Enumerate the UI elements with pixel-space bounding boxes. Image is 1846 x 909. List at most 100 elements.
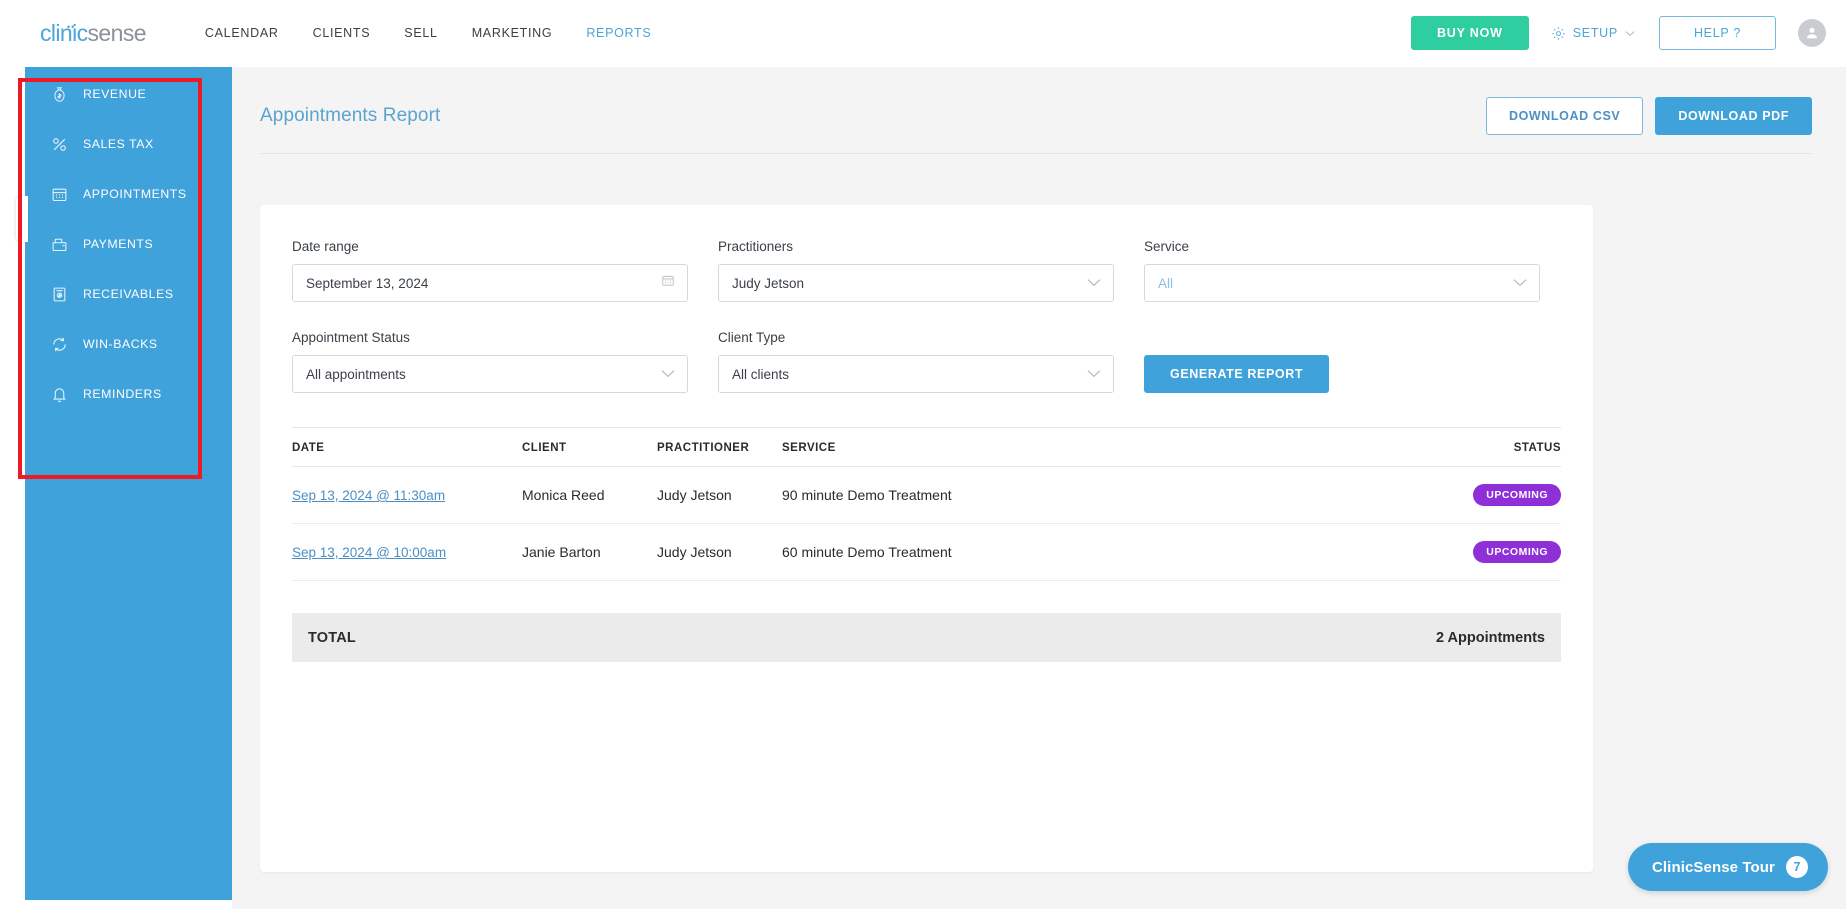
gear-icon [1551,26,1566,41]
table-header-row: DATE CLIENT PRACTITIONER SERVICE STATUS [292,428,1561,467]
nav-link-marketing[interactable]: MARKETING [455,18,570,48]
cell-service: 90 minute Demo Treatment [782,466,1296,524]
cell-practitioner: Judy Jetson [657,466,782,524]
column-header-service: SERVICE [782,428,1296,467]
sidebar-label-win-backs: WIN-BACKS [83,337,158,351]
service-select[interactable]: All [1144,264,1540,302]
refresh-icon [51,336,68,353]
appointment-date-link[interactable]: Sep 13, 2024 @ 11:30am [292,488,445,503]
nav-link-reports[interactable]: REPORTS [569,18,668,48]
filter-service: Service All [1144,239,1540,302]
receipt-icon [51,286,68,303]
clinicsense-tour-button[interactable]: ClinicSense Tour 7 [1627,843,1828,891]
total-label: TOTAL [308,629,356,646]
filter-appointment-status: Appointment Status All appointments [292,330,688,393]
sidebar-item-reminders[interactable]: REMINDERS [25,369,232,419]
sidebar-label-appointments: APPOINTMENTS [83,187,187,201]
app-root: •• clinicsense CALENDAR CLIENTS SELL MARK… [0,0,1846,909]
cell-client: Monica Reed [522,466,657,524]
money-bag-icon [51,86,68,103]
label-appointment-status: Appointment Status [292,330,410,345]
calendar-icon [51,186,68,203]
help-button[interactable]: HELP ? [1658,16,1776,50]
sidebar-item-revenue[interactable]: REVENUE [25,69,232,119]
filter-row-2: Appointment Status All appointments Clie… [292,330,1561,393]
appointments-table: DATE CLIENT PRACTITIONER SERVICE STATUS … [292,428,1561,581]
label-service: Service [1144,239,1190,254]
bell-icon [51,386,68,403]
sidebar-item-receivables[interactable]: RECEIVABLES [25,269,232,319]
client-type-value: All clients [732,366,790,382]
date-range-input[interactable]: September 13, 2024 [292,264,688,302]
sidebar-item-win-backs[interactable]: WIN-BACKS [25,319,232,369]
page-header-actions: DOWNLOAD CSV DOWNLOAD PDF [1485,97,1812,135]
chevron-down-icon [1513,274,1527,292]
header-divider [260,153,1812,154]
cell-service: 60 minute Demo Treatment [782,523,1296,581]
sidebar-item-sales-tax[interactable]: SALES TAX [25,119,232,169]
column-header-practitioner: PRACTITIONER [657,428,782,467]
cell-client: Janie Barton [522,523,657,581]
sidebar-item-appointments[interactable]: APPOINTMENTS [25,169,232,219]
logo-dots: •• [67,21,76,32]
table-row: Sep 13, 2024 @ 11:30am Monica Reed Judy … [292,466,1561,524]
chevron-down-icon [1087,274,1101,292]
sidebar-label-sales-tax: SALES TAX [83,137,154,151]
chevron-down-icon [1625,30,1635,37]
cell-date: Sep 13, 2024 @ 10:00am [292,523,522,581]
cell-status: UPCOMING [1295,523,1561,581]
download-csv-button[interactable]: DOWNLOAD CSV [1485,97,1644,135]
report-filters: Date range September 13, 2024 Practition… [260,205,1593,393]
sidebar-collapse-handle[interactable] [16,196,28,242]
setup-menu[interactable]: SETUP [1551,26,1635,41]
sidebar-label-payments: PAYMENTS [83,237,154,251]
filter-row-1: Date range September 13, 2024 Practition… [292,239,1561,302]
calendar-picker-icon[interactable] [661,274,675,293]
client-type-select[interactable]: All clients [718,355,1114,393]
table-row: Sep 13, 2024 @ 10:00am Janie Barton Judy… [292,523,1561,581]
sidebar-label-reminders: REMINDERS [83,387,162,401]
nav-link-sell[interactable]: SELL [387,18,454,48]
logo-text-secondary: sense [87,19,147,46]
filter-practitioners: Practitioners Judy Jetson [718,239,1114,302]
sidebar-label-receivables: RECEIVABLES [83,287,174,301]
chevron-down-icon [661,365,675,383]
nav-link-calendar[interactable]: CALENDAR [188,18,296,48]
cell-status: UPCOMING [1295,466,1561,524]
download-pdf-button[interactable]: DOWNLOAD PDF [1655,97,1812,135]
appointment-date-link[interactable]: Sep 13, 2024 @ 10:00am [292,545,446,560]
sidebar-item-payments[interactable]: PAYMENTS [25,219,232,269]
status-badge: UPCOMING [1473,541,1561,563]
appointment-status-value: All appointments [306,366,406,382]
cell-date: Sep 13, 2024 @ 11:30am [292,466,522,524]
avatar[interactable] [1798,19,1826,47]
buy-now-button[interactable]: BUY NOW [1410,16,1529,50]
column-header-status: STATUS [1295,428,1561,467]
total-row: TOTAL 2 Appointments [292,613,1561,662]
main-content-area: Appointments Report DOWNLOAD CSV DOWNLOA… [232,67,1846,909]
practitioners-select[interactable]: Judy Jetson [718,264,1114,302]
date-range-value: September 13, 2024 [306,275,429,291]
clinicsense-logo[interactable]: •• clinicsense [40,19,147,47]
chevron-down-icon [1087,365,1101,383]
total-value: 2 Appointments [1435,629,1545,646]
appointment-status-select[interactable]: All appointments [292,355,688,393]
logo-text-primary: clinic [40,19,88,46]
wallet-icon [51,236,68,253]
report-card: Date range September 13, 2024 Practition… [260,205,1593,872]
label-date-range: Date range [292,239,359,254]
sidebar-label-revenue: REVENUE [83,87,147,101]
label-client-type: Client Type [718,330,786,345]
reports-sidebar: REVENUE SALES TAX APPOINTMENTS PAYMENTS … [25,67,232,900]
label-practitioners: Practitioners [718,239,794,254]
table-head: DATE CLIENT PRACTITIONER SERVICE STATUS [292,428,1561,467]
top-nav-actions: BUY NOW SETUP HELP ? [1410,16,1846,50]
filter-date-range: Date range September 13, 2024 [292,239,688,302]
nav-link-clients[interactable]: CLIENTS [296,18,388,48]
generate-report-button[interactable]: GENERATE REPORT [1144,355,1330,393]
tour-label: ClinicSense Tour [1651,858,1775,876]
status-badge: UPCOMING [1473,484,1561,506]
practitioners-value: Judy Jetson [732,275,805,291]
page-header: Appointments Report DOWNLOAD CSV DOWNLOA… [232,67,1846,139]
table-body: Sep 13, 2024 @ 11:30am Monica Reed Judy … [292,466,1561,581]
